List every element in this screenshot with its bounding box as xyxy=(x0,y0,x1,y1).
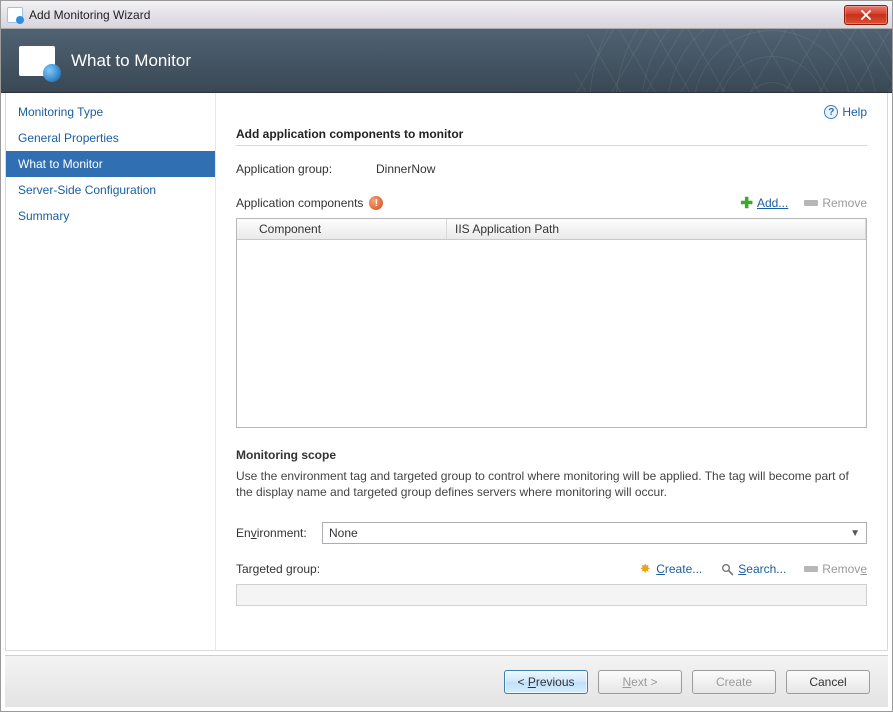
create-label: Create... xyxy=(656,562,702,576)
help-icon: ? xyxy=(824,105,838,119)
help-label: Help xyxy=(842,105,867,119)
targeted-group-actions: ✸ Create... Search... Remove xyxy=(638,562,867,576)
sidebar-item-monitoring-type[interactable]: Monitoring Type xyxy=(6,99,215,125)
scope-title: Monitoring scope xyxy=(236,448,867,462)
sidebar-item-label: Server-Side Configuration xyxy=(18,183,156,197)
app-group-label: Application group: xyxy=(236,162,376,176)
remove-group-label: Remove xyxy=(822,562,867,576)
sparkle-icon: ✸ xyxy=(638,562,652,576)
app-group-value: DinnerNow xyxy=(376,162,435,176)
close-button[interactable] xyxy=(844,5,888,25)
warning-icon: ! xyxy=(369,196,383,210)
sidebar-item-label: Monitoring Type xyxy=(18,105,103,119)
section-title: Add application components to monitor xyxy=(236,127,867,146)
search-label: Search... xyxy=(738,562,786,576)
components-row: Application components ! ✚ Add... Remove xyxy=(236,194,867,212)
sidebar-item-label: Summary xyxy=(18,209,69,223)
targeted-group-label: Targeted group: xyxy=(236,562,320,576)
environment-value: None xyxy=(329,526,358,540)
wizard-main: ? Help Add application components to mon… xyxy=(216,93,887,650)
create-button: Create xyxy=(692,670,776,694)
search-icon xyxy=(720,562,734,576)
sidebar-item-label: General Properties xyxy=(18,131,119,145)
remove-group-button: Remove xyxy=(804,562,867,576)
add-component-button[interactable]: ✚ Add... xyxy=(740,194,788,212)
components-table: Component IIS Application Path xyxy=(236,218,867,428)
header-icon xyxy=(19,46,55,76)
next-button: Next > xyxy=(598,670,682,694)
search-group-button[interactable]: Search... xyxy=(720,562,786,576)
components-actions: ✚ Add... Remove xyxy=(740,194,867,212)
wizard-body: Monitoring Type General Properties What … xyxy=(5,93,888,651)
cancel-button[interactable]: Cancel xyxy=(786,670,870,694)
app-group-row: Application group: DinnerNow xyxy=(236,162,867,176)
sidebar-item-what-to-monitor[interactable]: What to Monitor xyxy=(6,151,215,177)
environment-row: Environment: None ▼ xyxy=(236,522,867,544)
titlebar-left: Add Monitoring Wizard xyxy=(7,7,150,23)
next-label: Next > xyxy=(622,675,657,689)
close-icon xyxy=(861,10,871,20)
sidebar-item-general-properties[interactable]: General Properties xyxy=(6,125,215,151)
header-globe-decoration xyxy=(572,29,892,93)
wizard-footer: < Previous Next > Create Cancel xyxy=(5,655,888,707)
minus-icon xyxy=(804,200,818,206)
previous-button[interactable]: < Previous xyxy=(504,670,588,694)
col-iis-path[interactable]: IIS Application Path xyxy=(447,219,866,239)
create-btn-label: Create xyxy=(716,675,752,689)
header-title: What to Monitor xyxy=(71,51,191,71)
wizard-header: What to Monitor xyxy=(1,29,892,93)
scope-description: Use the environment tag and targeted gro… xyxy=(236,468,867,500)
sidebar-item-label: What to Monitor xyxy=(18,157,103,171)
targeted-group-field xyxy=(236,584,867,606)
cancel-label: Cancel xyxy=(809,675,846,689)
titlebar: Add Monitoring Wizard xyxy=(1,1,892,29)
remove-label: Remove xyxy=(822,196,867,210)
table-body xyxy=(237,240,866,427)
add-label: Add... xyxy=(757,196,788,210)
window-title: Add Monitoring Wizard xyxy=(29,8,150,22)
environment-select[interactable]: None ▼ xyxy=(322,522,867,544)
components-label: Application components xyxy=(236,196,363,210)
previous-label: < Previous xyxy=(517,675,574,689)
col-component[interactable]: Component xyxy=(237,219,447,239)
components-label-group: Application components ! xyxy=(236,196,383,210)
wizard-sidebar: Monitoring Type General Properties What … xyxy=(6,93,216,650)
sidebar-item-server-side-configuration[interactable]: Server-Side Configuration xyxy=(6,177,215,203)
table-header: Component IIS Application Path xyxy=(237,219,866,240)
chevron-down-icon: ▼ xyxy=(850,528,860,539)
create-group-button[interactable]: ✸ Create... xyxy=(638,562,702,576)
app-icon xyxy=(7,7,23,23)
minus-icon xyxy=(804,566,818,572)
wizard-window: Add Monitoring Wizard What to Monitor Mo… xyxy=(0,0,893,712)
plus-icon: ✚ xyxy=(740,194,753,212)
targeted-group-row: Targeted group: ✸ Create... Search... xyxy=(236,562,867,576)
environment-label: Environment: xyxy=(236,526,316,540)
help-link[interactable]: ? Help xyxy=(236,105,867,119)
sidebar-item-summary[interactable]: Summary xyxy=(6,203,215,229)
remove-component-button: Remove xyxy=(804,196,867,210)
